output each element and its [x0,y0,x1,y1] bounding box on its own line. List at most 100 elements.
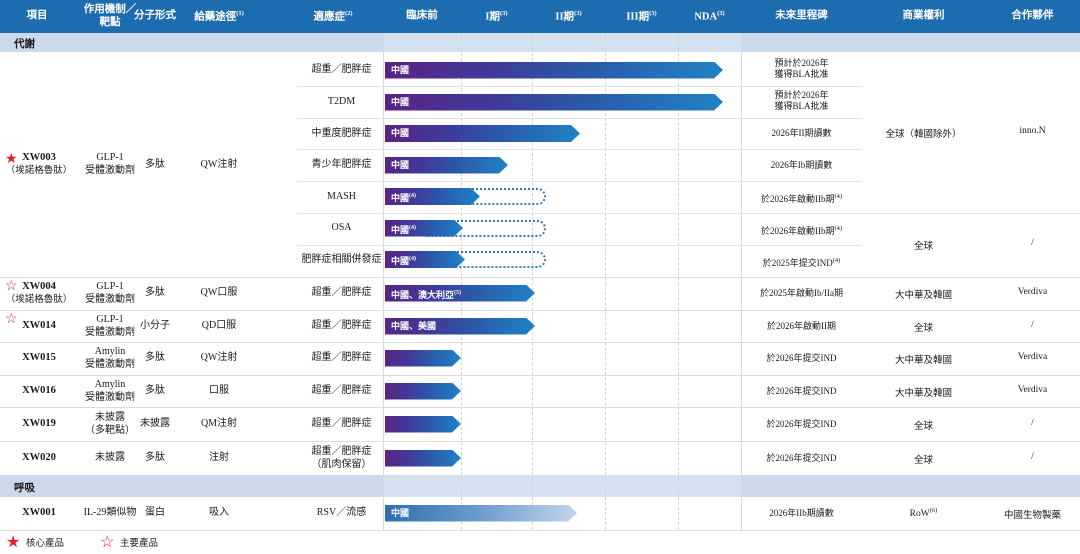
indication: 超重／肥胖症 [292,384,391,397]
partner: / [985,452,1080,462]
row-divider [0,277,1080,278]
indication: 超重／肥胖症 [292,63,391,76]
row-divider [0,375,1080,376]
phase-bar: 中國 [385,505,577,522]
partner: inno.N [985,126,1080,136]
route-xw003: QW注射 [174,158,264,171]
rights: 全球 [862,238,985,252]
indication: 青少年肥胖症 [292,158,391,171]
rights: 全球 [862,452,985,466]
phase-bar: 中國 [385,62,723,79]
route-xw015: QW注射 [174,351,264,364]
partner: / [985,418,1080,428]
section-band-respiratory-phase-tint [383,475,741,497]
indication-divider [297,181,862,182]
rights-group-divider [862,213,1080,214]
phase-bar [385,350,461,367]
route-xw019: QM注射 [174,417,264,430]
col-header-preclinical: 臨床前 [383,0,461,33]
indication-divider [297,213,862,214]
phase-bar [385,450,461,467]
indication: 超重／肥胖症 [292,417,391,430]
milestone: 於2026年提交IND [741,453,862,464]
milestone: 2026年IIb期讀數 [741,508,862,519]
col-header-route: 給藥途徑(1) [174,0,264,33]
phase-bar: 中國(4) [385,251,465,268]
section-label-respiratory: 呼吸 [14,480,35,495]
indication-divider [297,149,862,150]
indication: OSA [292,221,391,234]
indication: T2DM [292,95,391,108]
col-header-rights: 商業權利 [862,0,985,33]
milestone: 預計於2026年獲得BLA批准 [741,90,862,112]
col-header-nda: NDA(3) [678,0,741,33]
phase-bar: 中國、美國 [385,318,535,335]
indication: 超重／肥胖症（肌肉保留） [292,445,391,471]
col-header-phase3: III期(3) [605,0,678,33]
phase-bar [385,416,461,433]
indication: 超重／肥胖症 [292,351,391,364]
indication-divider [297,245,862,246]
route-xw001: 吸入 [174,506,264,519]
partner: Verdiva [985,287,1080,297]
milestone: 預計於2026年獲得BLA批准 [741,58,862,80]
row-divider [0,407,1080,408]
rights: 大中華及韓國 [862,385,985,399]
phase-bar: 中國 [385,94,723,111]
milestone: 於2026年啟動IIb期(4) [741,223,862,237]
rights: 全球（韓國除外） [862,126,985,140]
col-header-milestone: 未來里程碑 [741,0,862,33]
rights: 大中華及韓國 [862,287,985,301]
milestone: 於2026年提交IND [741,419,862,430]
milestone: 於2026年啟動II期 [741,321,862,332]
col-header-phase1: I期(3) [461,0,532,33]
milestone: 於2026年啟動IIb期(4) [741,191,862,205]
partner: Verdiva [985,352,1080,362]
indication: 肥胖症相關併發症 [292,253,391,266]
indication: MASH [292,190,391,203]
phase-bar: 中國 [385,125,580,142]
route-xw020: 注射 [174,451,264,464]
col-header-item: 項目 [8,0,66,33]
legend-core-label: 核心產品 [26,538,86,551]
indication: RSV／流感 [292,506,391,519]
legend-core-star-icon: ★ [6,535,20,551]
col-header-phase2: II期(3) [532,0,605,33]
col-header-partner: 合作夥伴 [985,0,1080,33]
phase-bar: 中國 [385,157,508,174]
row-divider [0,530,1080,531]
row-divider [0,441,1080,442]
indication: 超重／肥胖症 [292,319,391,332]
phase-bar [385,383,461,400]
route-xw004: QW口服 [174,286,264,299]
indication-divider [297,86,862,87]
rights: 全球 [862,418,985,432]
milestone: 於2025年啟動Ib/IIa期 [741,288,862,299]
legend-key-label: 主要產品 [120,538,180,551]
col-header-indication: 適應症(2) [288,0,378,33]
indication: 超重／肥胖症 [292,286,391,299]
rights: 大中華及韓國 [862,352,985,366]
rights: RoW(6) [862,507,985,519]
row-divider [0,342,1080,343]
phase-bar: 中國(4) [385,220,463,237]
route-xw016: 口服 [174,384,264,397]
rights: 全球 [862,320,985,334]
indication: 中重度肥胖症 [292,127,391,140]
partner: / [985,238,1080,248]
phase-bar: 中國(4) [385,188,480,205]
indication-divider [297,118,862,119]
pipeline-chart: 項目 作用機制／靶點 分子形式 給藥途徑(1) 適應症(2) 臨床前 I期(3)… [0,0,1080,554]
partner: Verdiva [985,385,1080,395]
milestone: 於2026年提交IND [741,353,862,364]
milestone: 於2025年提交IND(4) [741,255,862,269]
route-xw014: QD口服 [174,319,264,332]
milestone: 2026年Ib期讀數 [741,160,862,171]
row-divider [0,310,1080,311]
section-band-metabolic-phase-tint [383,33,741,52]
legend-key-star-icon: ☆ [100,535,114,551]
partner: / [985,320,1080,330]
section-label-metabolic: 代謝 [14,36,35,51]
milestone: 於2026年提交IND [741,386,862,397]
milestone: 2026年II期讀數 [741,128,862,139]
